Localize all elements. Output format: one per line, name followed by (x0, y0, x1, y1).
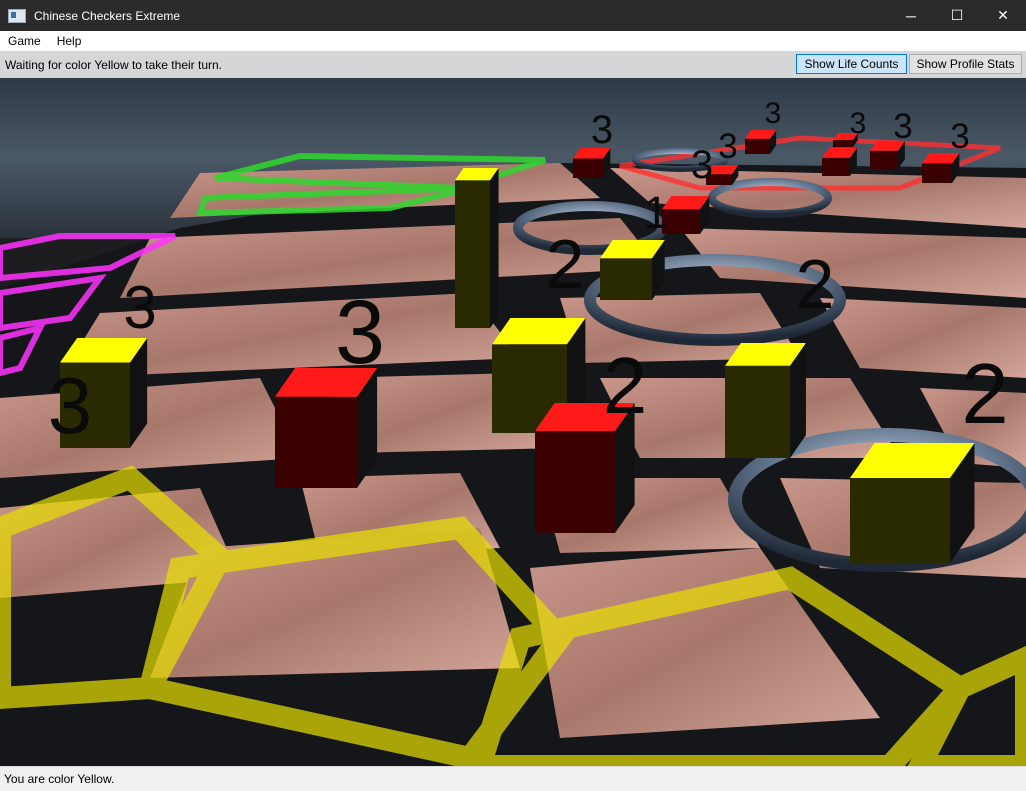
piece-side (922, 163, 952, 183)
close-button[interactable]: ✕ (980, 0, 1026, 31)
life-count-label: 2 (961, 347, 1008, 442)
life-count-label: 3 (765, 97, 782, 130)
maximize-button[interactable]: ☐ (934, 0, 980, 31)
piece-red-9[interactable] (573, 148, 611, 178)
show-life-counts-button[interactable]: Show Life Counts (796, 54, 907, 74)
life-count-label: 1 (643, 187, 668, 238)
life-count-label: 3 (123, 274, 156, 341)
app-window-icon (8, 8, 26, 23)
minimize-button[interactable]: ─ (888, 0, 934, 31)
life-count-label: 3 (893, 107, 912, 146)
piece-yellow-6[interactable] (850, 443, 975, 563)
toolbar: Waiting for color Yellow to take their t… (0, 51, 1026, 78)
menu-help[interactable]: Help (49, 34, 90, 48)
window-controls: ─ ☐ ✕ (888, 0, 1026, 31)
menu-game[interactable]: Game (0, 34, 49, 48)
life-count-label: 3 (850, 107, 867, 140)
piece-red-2[interactable] (275, 368, 378, 488)
piece-side-shade (490, 168, 499, 328)
piece-side (455, 180, 490, 328)
life-count-label: 3 (950, 117, 969, 156)
piece-side (573, 158, 603, 178)
show-profile-stats-button[interactable]: Show Profile Stats (909, 54, 1022, 74)
life-count-label: 2 (546, 225, 585, 303)
piece-side (535, 431, 615, 533)
piece-yellow-7[interactable] (600, 240, 665, 300)
title-bar: Chinese Checkers Extreme ─ ☐ ✕ (0, 0, 1026, 31)
life-count-label: 2 (796, 245, 835, 323)
turn-status: Waiting for color Yellow to take their t… (5, 57, 222, 72)
piece-side (745, 138, 770, 154)
menu-bar: Game Help (0, 31, 1026, 51)
status-bar: You are color Yellow. (0, 766, 1026, 791)
life-count-label: 3 (335, 283, 385, 383)
piece-red-14[interactable] (922, 153, 960, 183)
player-color-status: You are color Yellow. (4, 772, 115, 786)
piece-red-12[interactable] (822, 148, 857, 176)
piece-side (833, 140, 853, 147)
game-board-viewport[interactable]: 333222213333333 (0, 78, 1026, 766)
game-board-3d[interactable]: 33 3222213 33 3 3 33 (0, 78, 1026, 766)
life-count-label: 3 (48, 361, 93, 450)
piece-side (725, 365, 790, 458)
life-count-label: 3 (591, 108, 613, 152)
piece-side (850, 478, 950, 563)
piece-red-8[interactable] (662, 196, 710, 234)
life-count-label: 3 (718, 127, 737, 166)
piece-side (822, 157, 850, 176)
piece-yellow-5[interactable] (725, 343, 806, 458)
piece-yellow-0[interactable] (455, 168, 499, 328)
life-count-label: 2 (603, 341, 648, 430)
piece-side (275, 396, 357, 488)
piece-red-11[interactable] (745, 130, 777, 154)
piece-side (870, 150, 898, 169)
life-count-label: 3 (691, 143, 713, 187)
window-title: Chinese Checkers Extreme (34, 8, 181, 23)
piece-side (600, 258, 652, 300)
